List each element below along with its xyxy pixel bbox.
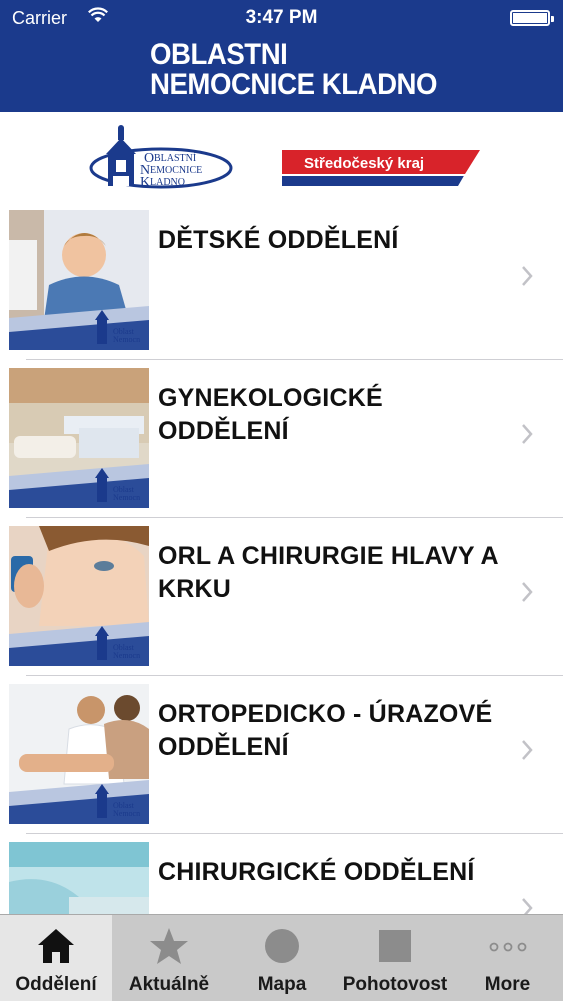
svg-text:Nemocn: Nemocn [113,335,140,344]
status-bar: Carrier 3:47 PM [0,0,563,36]
department-title: ORL A CHIRURGIE HLAVY A KRKU [158,542,498,603]
department-title: ORTOPEDICKO - ÚRAZOVÉ ODDĚLENÍ [158,700,493,761]
hospital-logo-line3: LADNO [150,177,185,188]
hospital-logo-line1: BLASTNÍ [154,152,197,164]
tab-label: Pohotovost [342,974,448,995]
logo-banner: O BLASTNÍ N EMOCNICE K LADNO Středočeský… [0,112,563,202]
app-header: Carrier 3:47 PM OBLASTNI NEMOCNICE KLADN… [0,0,563,112]
battery-icon [510,10,554,26]
tab-label: Oddělení [15,974,97,995]
svg-text:Nemocn: Nemocn [113,651,140,660]
department-title: CHIRURGICKÉ ODDĚLENÍ [158,858,475,886]
department-title: GYNEKOLOGICKÉ ODDĚLENÍ [158,384,383,445]
chevron-right-icon [522,266,533,286]
tab-label: Mapa [257,974,307,995]
square-icon [379,930,411,962]
clock: 3:47 PM [245,7,318,28]
app-title: OBLASTNI NEMOCNICE KLADNO [150,38,438,101]
list-item-ortopedicko[interactable]: Oblast Nemocn ORTOPEDICKO - ÚRAZOVÉ ODDĚ… [0,676,563,834]
department-list[interactable]: Oblast Nemocn DĚTSKÉ ODDĚLENÍ Oblast Nem… [0,202,563,914]
circle-icon [265,929,299,963]
list-item-orl[interactable]: Oblast Nemocn ORL A CHIRURGIE HLAVY A KR… [0,518,563,676]
tab-more[interactable]: More [452,915,563,1001]
app-title-line1: OBLASTNI [150,38,288,71]
app-title-line2: NEMOCNICE KLADNO [150,68,438,101]
chevron-right-icon [522,582,533,602]
tab-bar: Oddělení Aktuálně Mapa Pohotovost More [0,914,563,1001]
tab-label: More [484,974,531,995]
svg-text:Nemocn: Nemocn [113,809,140,818]
chevron-right-icon [522,740,533,760]
region-logo-text: Středočeský kraj [304,155,424,172]
department-thumbnail: Oblast Nemocn [9,526,149,666]
list-item-detske[interactable]: Oblast Nemocn DĚTSKÉ ODDĚLENÍ [0,202,563,360]
department-thumbnail: Oblast Nemocn [9,368,149,508]
star-icon [150,928,188,964]
tab-label: Aktuálně [128,974,210,995]
chevron-right-icon [522,898,533,914]
department-title: DĚTSKÉ ODDĚLENÍ [158,226,399,254]
list-item-gynekologicke[interactable]: Oblast Nemocn GYNEKOLOGICKÉ ODDĚLENÍ [0,360,563,518]
tab-pohotovost[interactable]: Pohotovost [338,915,452,1001]
list-item-chirurgicke[interactable]: CHIRURGICKÉ ODDĚLENÍ [0,834,563,914]
region-logo: Středočeský kraj [282,150,480,186]
tab-oddeleni[interactable]: Oddělení [0,915,112,1001]
more-dots-icon [489,942,526,952]
chevron-right-icon [522,424,533,444]
department-thumbnail [9,842,149,914]
tab-mapa[interactable]: Mapa [226,915,338,1001]
department-thumbnail: Oblast Nemocn [9,684,149,824]
hospital-logo-line2: EMOCNICE [150,165,202,176]
home-icon [38,929,74,963]
tab-aktualne[interactable]: Aktuálně [112,915,226,1001]
svg-text:Nemocn: Nemocn [113,493,140,502]
hospital-logo: O BLASTNÍ N EMOCNICE K LADNO [89,125,233,190]
svg-text:K: K [140,175,150,190]
department-thumbnail: Oblast Nemocn [9,210,149,350]
